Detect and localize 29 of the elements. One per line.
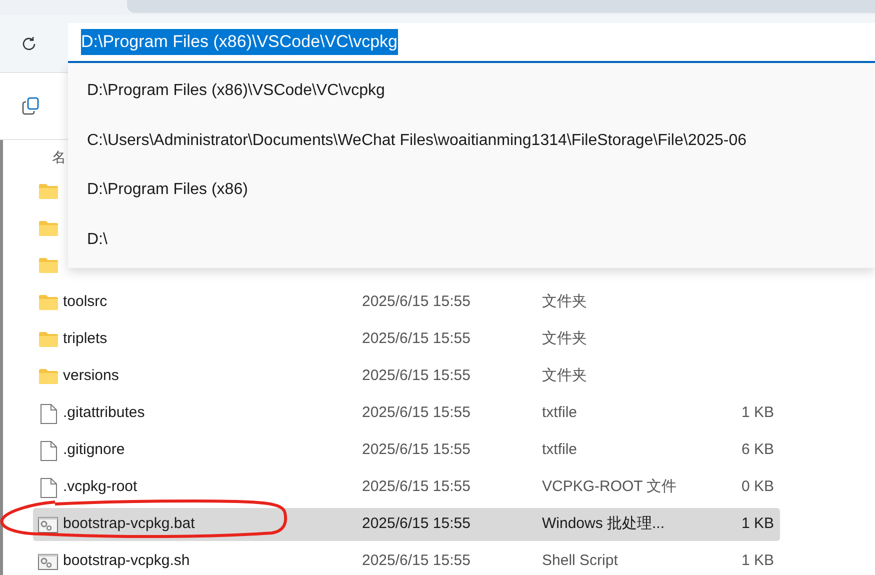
- file-name: .vcpkg-root: [63, 477, 138, 498]
- file-name: .gitattributes: [63, 403, 146, 424]
- modified-date: 2025/6/15 15:55: [362, 366, 472, 386]
- file-name: triplets: [63, 329, 108, 350]
- file-name: toolsrc: [63, 292, 108, 312]
- modified-date: 2025/6/15 15:55: [362, 292, 472, 312]
- file-name: bootstrap-vcpkg.bat: [63, 514, 196, 534]
- modified-date: 2025/6/15 15:55: [362, 403, 472, 424]
- file-size: 0 KB: [740, 477, 774, 498]
- file-type: 文件夹: [542, 366, 588, 386]
- file-name: versions: [63, 366, 120, 386]
- modified-date: 2025/6/15 15:55: [362, 329, 472, 350]
- file-type: txtfile: [542, 403, 578, 424]
- file-size: 1 KB: [740, 514, 774, 534]
- modified-date: 2025/6/15 15:55: [362, 551, 472, 572]
- file-type: txtfile: [542, 440, 578, 460]
- file-size: 1 KB: [740, 551, 774, 572]
- modified-date: 2025/6/15 15:55: [362, 477, 472, 498]
- file-type: VCPKG-ROOT 文件: [542, 477, 678, 498]
- file-type: Windows 批处理...: [542, 514, 666, 534]
- file-size: 6 KB: [740, 440, 774, 460]
- file-type: 文件夹: [542, 292, 588, 312]
- file-type: Shell Script: [542, 551, 619, 572]
- modified-date: 2025/6/15 15:55: [362, 514, 472, 534]
- file-size: 1 KB: [740, 403, 774, 424]
- file-type: 文件夹: [542, 329, 588, 350]
- modified-date: 2025/6/15 15:55: [362, 440, 472, 460]
- file-name: bootstrap-vcpkg.sh: [63, 551, 191, 572]
- file-name: .gitignore: [63, 440, 126, 460]
